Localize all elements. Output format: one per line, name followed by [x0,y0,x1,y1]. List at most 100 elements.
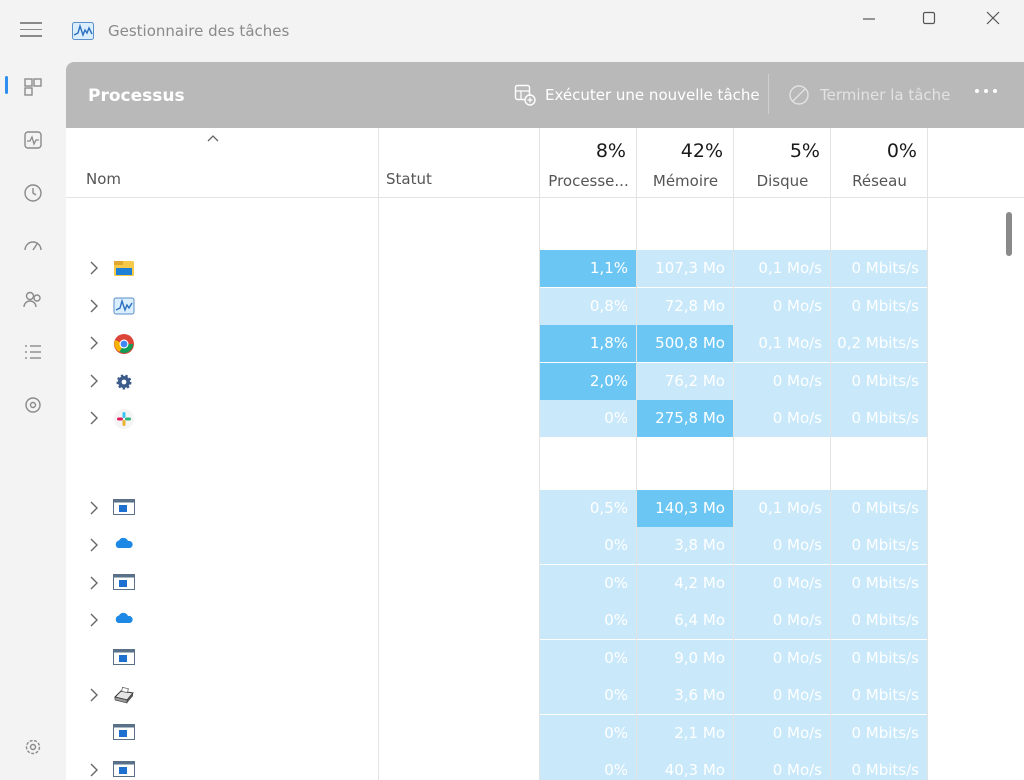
memory-value: 2,1 Mo [637,714,733,752]
memory-value: 3,8 Mo [637,527,733,564]
disk-value: 0 Mo/s [734,287,830,325]
process-row[interactable]: 0% 40,3 Mo 0 Mo/s 0 Mbits/s [66,752,1024,780]
process-row[interactable]: 0% 6,4 Mo 0 Mo/s 0 Mbits/s [66,602,1024,639]
disk-value: 0 Mo/s [734,400,830,437]
process-row[interactable]: 0% 2,1 Mo 0 Mo/s 0 Mbits/s [66,714,1024,752]
process-row[interactable]: 0% 3,8 Mo 0 Mo/s 0 Mbits/s [66,527,1024,564]
header-divider [768,74,769,114]
network-value: 0 Mbits/s [831,362,927,400]
disk-value: 0,1 Mo/s [734,250,830,287]
memory-value: 3,6 Mo [637,677,733,714]
details-icon[interactable] [22,341,44,363]
disk-value: 0 Mo/s [734,602,830,639]
run-new-task-button[interactable]: Exécuter une nouvelle tâche [545,86,760,104]
network-value: 0 Mbits/s [831,564,927,602]
network-value: 0 Mbits/s [831,527,927,564]
chevron-right-icon[interactable] [89,410,99,426]
window-title: Gestionnaire des tâches [108,22,290,40]
minimize-icon [863,18,875,20]
panel-header: Processus Exécuter une nouvelle tâche Te… [66,62,1024,128]
column-memory[interactable]: Mémoire [637,172,734,190]
process-row[interactable]: 0,5% 140,3 Mo 0,1 Mo/s 0 Mbits/s [66,489,1024,527]
disk-value: 0,1 Mo/s [734,489,830,527]
sort-ascending-icon[interactable] [206,134,220,142]
memory-value: 76,2 Mo [637,362,733,400]
slack-icon [113,408,135,429]
chevron-right-icon[interactable] [89,260,99,276]
column-network[interactable]: Réseau [831,172,928,190]
disk-value: 0 Mo/s [734,677,830,714]
cpu-value: 0,8% [540,287,636,325]
column-name[interactable]: Nom [86,170,121,188]
active-indicator [5,76,8,94]
process-row[interactable]: 2,0% 76,2 Mo 0 Mo/s 0 Mbits/s [66,362,1024,400]
column-status[interactable]: Statut [386,170,432,188]
chrome-icon [113,333,135,354]
chevron-right-icon[interactable] [89,335,99,351]
process-row[interactable]: 0% 4,2 Mo 0 Mo/s 0 Mbits/s [66,564,1024,602]
chevron-right-icon[interactable] [89,687,99,703]
page-title: Processus [88,86,185,106]
services-icon[interactable] [22,394,44,416]
process-row[interactable]: 1,1% 107,3 Mo 0,1 Mo/s 0 Mbits/s [66,250,1024,287]
process-row[interactable]: 0% 3,6 Mo 0 Mo/s 0 Mbits/s [66,677,1024,714]
minimize-button[interactable] [846,10,892,32]
startup-icon[interactable] [22,235,44,257]
memory-value: 500,8 Mo [637,325,733,362]
disk-value: 0 Mo/s [734,714,830,752]
performance-icon[interactable] [22,129,44,151]
chevron-right-icon[interactable] [89,575,99,591]
network-value: 0 Mbits/s [831,677,927,714]
memory-value: 6,4 Mo [637,602,733,639]
users-icon[interactable] [22,288,44,310]
chevron-right-icon[interactable] [89,612,99,628]
cpu-value: 0,5% [540,489,636,527]
hamburger-menu-icon[interactable] [20,22,42,38]
settings-gear-icon [113,371,135,391]
more-options-button[interactable] [974,80,998,101]
process-row[interactable]: 1,8% 500,8 Mo 0,1 Mo/s 0,2 Mbits/s [66,325,1024,362]
close-button[interactable] [970,10,1016,32]
title-bar: Gestionnaire des tâches [0,0,1024,62]
process-row[interactable]: 0% 9,0 Mo 0 Mo/s 0 Mbits/s [66,639,1024,677]
scrollbar-thumb[interactable] [1006,212,1012,256]
settings-icon[interactable] [22,736,44,758]
column-cpu[interactable]: Processe... [540,172,637,190]
history-icon[interactable] [22,182,44,204]
network-value: 0 Mbits/s [831,639,927,677]
close-icon [986,11,1000,25]
chevron-right-icon[interactable] [89,762,99,778]
cpu-value: 0% [540,714,636,752]
taskmanager-icon [113,296,135,316]
column-disk[interactable]: Disque [734,172,831,190]
maximize-button[interactable] [906,10,952,32]
run-new-task-icon[interactable] [514,84,536,106]
disk-value: 0 Mo/s [734,362,830,400]
explorer-icon [113,258,135,278]
process-row[interactable]: 0% 275,8 Mo 0 Mo/s 0 Mbits/s [66,400,1024,437]
memory-value: 9,0 Mo [637,639,733,677]
memory-total-percent: 42% [680,140,723,162]
disk-total-percent: 5% [789,140,820,162]
network-value: 0 Mbits/s [831,602,927,639]
process-row[interactable]: 0,8% 72,8 Mo 0 Mo/s 0 Mbits/s [66,287,1024,325]
disk-value: 0,1 Mo/s [734,325,830,362]
window-app-icon [113,573,135,593]
chevron-right-icon[interactable] [89,298,99,314]
window-app-icon [113,723,135,743]
chevron-right-icon[interactable] [89,373,99,389]
chevron-right-icon[interactable] [89,537,99,553]
sidebar [0,62,66,780]
disk-value: 0 Mo/s [734,527,830,564]
cpu-value: 0% [540,677,636,714]
network-value: 0 Mbits/s [831,400,927,437]
processes-icon[interactable] [22,76,44,98]
onedrive-icon [113,535,135,555]
cpu-value: 0% [540,602,636,639]
chevron-right-icon[interactable] [89,500,99,516]
cpu-value: 0% [540,400,636,437]
disk-value: 0 Mo/s [734,564,830,602]
network-value: 0 Mbits/s [831,489,927,527]
cpu-value: 0% [540,527,636,564]
memory-value: 140,3 Mo [637,489,733,527]
